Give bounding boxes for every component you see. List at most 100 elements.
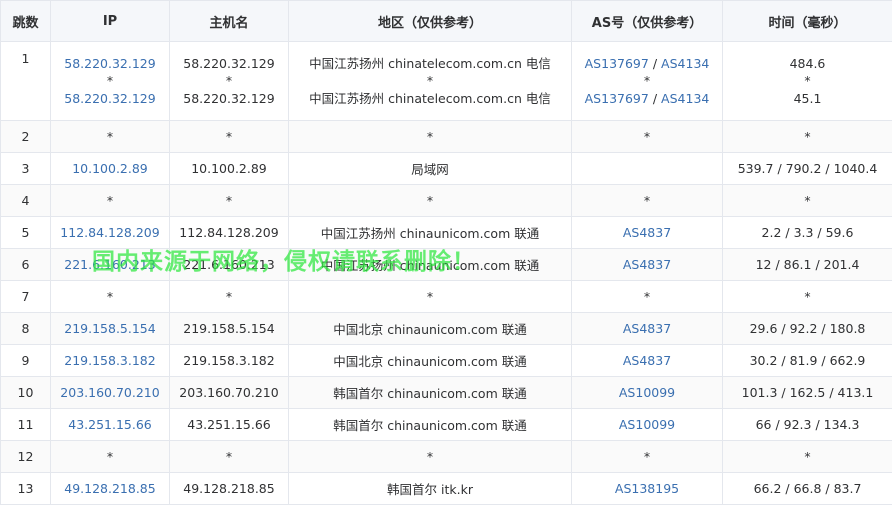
as-line: AS4837 [572, 257, 722, 272]
host-cell-lines: 58.220.32.129*58.220.32.129 [170, 55, 288, 108]
host-cell: 43.251.15.66 [170, 409, 289, 441]
traceroute-table: 跳数 IP 主机名 地区（仅供参考） AS号（仅供参考） 时间（毫秒） 158.… [0, 0, 892, 505]
table-row: 9219.158.3.182219.158.3.182中国北京 chinauni… [1, 345, 892, 377]
time-value-line: 45.1 [794, 90, 822, 108]
ip-cell: 43.251.15.66 [51, 409, 170, 441]
area-cell: 中国江苏扬州 chinatelecom.com.cn 电信*中国江苏扬州 chi… [289, 42, 572, 121]
as-link[interactable]: AS4837 [623, 225, 671, 240]
area-cell: 局域网 [289, 153, 572, 185]
ip-value-line: * [107, 72, 113, 90]
table-row: 1143.251.15.6643.251.15.66韩国首尔 chinaunic… [1, 409, 892, 441]
table-row: 12***** [1, 441, 892, 473]
as-cell [572, 153, 723, 185]
area-value-line: 中国江苏扬州 chinatelecom.com.cn 电信 [309, 90, 551, 108]
ip-cell: 221.6.160.213 [51, 249, 170, 281]
area-value: 中国江苏扬州 chinaunicom.com 联通 [321, 226, 539, 241]
as-link: * [644, 73, 650, 88]
table-row: 5112.84.128.209112.84.128.209中国江苏扬州 chin… [1, 217, 892, 249]
host-value: * [226, 449, 232, 464]
time-cell: * [723, 281, 892, 313]
as-link[interactable]: AS138195 [615, 481, 679, 496]
time-value: * [804, 449, 810, 464]
ip-value[interactable]: 49.128.218.85 [64, 481, 155, 496]
as-link[interactable]: AS4837 [623, 353, 671, 368]
as-link[interactable]: AS137697 [585, 56, 649, 71]
time-value: 66.2 / 66.8 / 83.7 [754, 481, 862, 496]
hop-number: 10 [18, 385, 34, 400]
as-link: * [644, 129, 650, 144]
as-link[interactable]: AS4134 [661, 56, 709, 71]
as-link[interactable]: AS4837 [623, 257, 671, 272]
ip-value[interactable]: 58.220.32.129 [64, 56, 155, 71]
as-cell: AS4837 [572, 313, 723, 345]
as-line: AS10099 [572, 417, 722, 432]
ip-value: * [107, 449, 113, 464]
ip-value[interactable]: 112.84.128.209 [60, 225, 159, 240]
host-value: 49.128.218.85 [183, 481, 274, 496]
header-row: 跳数 IP 主机名 地区（仅供参考） AS号（仅供参考） 时间（毫秒） [1, 1, 892, 42]
as-link[interactable]: AS10099 [619, 385, 675, 400]
ip-cell: * [51, 121, 170, 153]
host-value: 203.160.70.210 [179, 385, 278, 400]
ip-value[interactable]: 10.100.2.89 [72, 161, 148, 176]
hop-cell: 1 [1, 42, 51, 121]
hop-number: 12 [18, 449, 34, 464]
area-value: 中国江苏扬州 chinaunicom.com 联通 [321, 258, 539, 273]
hop-cell: 2 [1, 121, 51, 153]
host-value: * [226, 73, 232, 88]
ip-value-line: 58.220.32.129 [64, 55, 155, 73]
as-link[interactable]: AS4134 [661, 91, 709, 106]
ip-value[interactable]: 43.251.15.66 [68, 417, 152, 432]
as-link[interactable]: AS137697 [585, 91, 649, 106]
as-link: * [644, 289, 650, 304]
as-cell: AS10099 [572, 377, 723, 409]
as-line: * [572, 129, 722, 144]
area-cell: * [289, 281, 572, 313]
time-value: 12 / 86.1 / 201.4 [756, 257, 860, 272]
as-lines: AS10099 [572, 417, 722, 432]
time-value: 2.2 / 3.3 / 59.6 [762, 225, 854, 240]
as-lines: * [572, 129, 722, 144]
time-value-line: 484.6 [790, 55, 826, 73]
ip-value[interactable]: 203.160.70.210 [60, 385, 159, 400]
as-link[interactable]: AS10099 [619, 417, 675, 432]
time-value: 539.7 / 790.2 / 1040.4 [738, 161, 878, 176]
as-link[interactable]: AS4837 [623, 321, 671, 336]
area-value: * [427, 129, 433, 144]
as-line: AS138195 [572, 481, 722, 496]
host-value: * [226, 129, 232, 144]
ip-value: * [107, 289, 113, 304]
as-lines: * [572, 289, 722, 304]
ip-value[interactable]: 219.158.5.154 [64, 321, 155, 336]
as-cell: * [572, 121, 723, 153]
time-value: 29.6 / 92.2 / 180.8 [750, 321, 866, 336]
hop-cell: 7 [1, 281, 51, 313]
table-row: 310.100.2.8910.100.2.89局域网539.7 / 790.2 … [1, 153, 892, 185]
as-line: * [572, 449, 722, 464]
host-value-line: 58.220.32.129 [183, 55, 274, 73]
time-value: 101.3 / 162.5 / 413.1 [742, 385, 874, 400]
host-value: 112.84.128.209 [179, 225, 278, 240]
table-row: 4***** [1, 185, 892, 217]
time-cell: 2.2 / 3.3 / 59.6 [723, 217, 892, 249]
hop-cell: 12 [1, 441, 51, 473]
ip-cell-lines: 58.220.32.129*58.220.32.129 [51, 55, 169, 108]
ip-cell: 10.100.2.89 [51, 153, 170, 185]
host-value: * [226, 193, 232, 208]
host-cell: 219.158.5.154 [170, 313, 289, 345]
area-cell: * [289, 185, 572, 217]
ip-cell: 58.220.32.129*58.220.32.129 [51, 42, 170, 121]
as-link: * [644, 193, 650, 208]
time-value: 30.2 / 81.9 / 662.9 [750, 353, 866, 368]
ip-value[interactable]: 221.6.160.213 [64, 257, 155, 272]
as-line: AS4837 [572, 353, 722, 368]
as-line: AS4837 [572, 321, 722, 336]
header-time: 时间（毫秒） [723, 1, 892, 42]
host-cell: * [170, 441, 289, 473]
time-value: * [804, 73, 810, 88]
ip-value[interactable]: 58.220.32.129 [64, 91, 155, 106]
ip-value[interactable]: 219.158.3.182 [64, 353, 155, 368]
area-value: * [427, 193, 433, 208]
as-cell: AS10099 [572, 409, 723, 441]
area-value: * [427, 289, 433, 304]
